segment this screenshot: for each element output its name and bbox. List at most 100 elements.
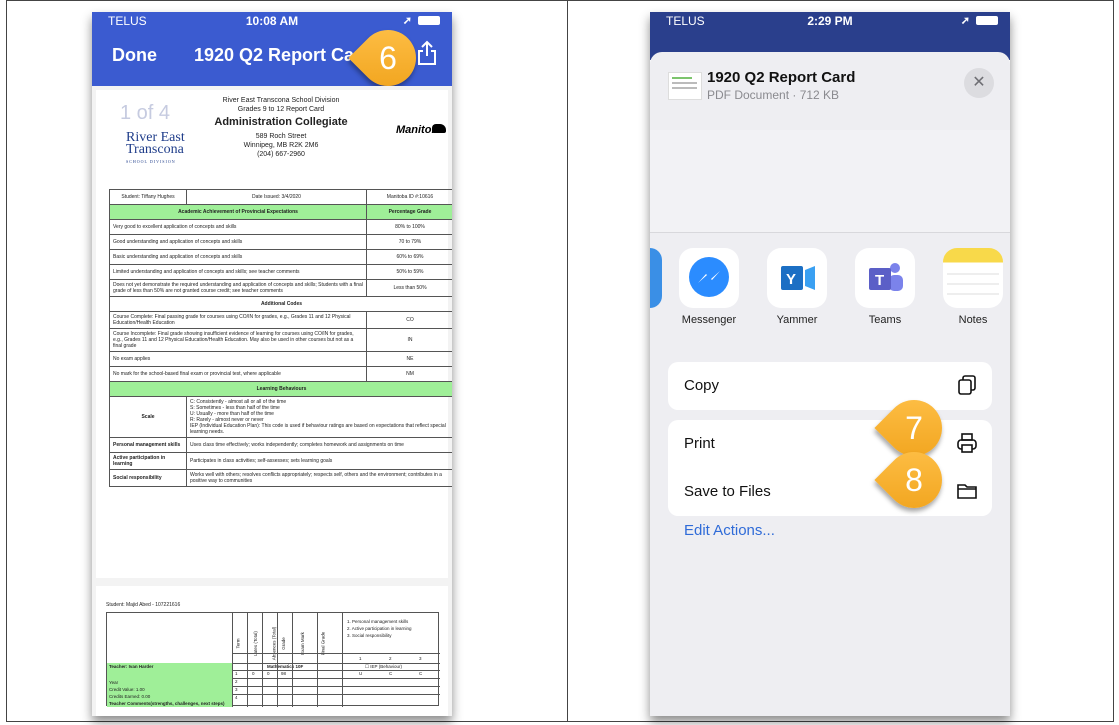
copy-action[interactable]: Copy [668, 362, 992, 410]
term-number: 4 [235, 695, 238, 700]
column-header: Term [235, 638, 241, 649]
grid-line [232, 694, 440, 695]
manitoba-id-cell: Manitoba ID #:10616 [366, 189, 452, 205]
school-header: River East Transcona School Division Gra… [206, 96, 356, 159]
copy-icon [958, 375, 976, 395]
table-row: Academic Achievement of Provincial Expec… [109, 204, 452, 220]
step-8-badge: 8 [874, 440, 954, 520]
divider [650, 232, 1010, 233]
app-notes[interactable]: Notes [936, 248, 1010, 326]
behaviour-mark: C [389, 671, 393, 676]
app-label: Teams [868, 314, 902, 326]
close-button[interactable]: ✕ [964, 68, 994, 98]
pdf-thumbnail-icon [668, 72, 702, 100]
credit-value: Credit Value: 1.00 [109, 687, 145, 692]
grid-line [247, 613, 248, 707]
address-line: Winnipeg, MB R2K 2M6 [243, 142, 319, 149]
battery-icon [418, 16, 440, 25]
done-button[interactable]: Done [112, 45, 157, 66]
column-header: Exam Mark [299, 632, 305, 655]
status-time: 10:08 AM [245, 14, 299, 28]
grid-line [317, 613, 318, 707]
partial-app-icon[interactable] [650, 248, 662, 308]
absences-value: 0 [267, 671, 270, 676]
table-cell: Participates in class activities; self-a… [186, 452, 452, 470]
table-cell: Personal management skills [109, 437, 187, 453]
battery-icon [976, 16, 998, 25]
table-cell: Social responsibility [109, 469, 187, 487]
table-row: Learning Behaviours [109, 381, 452, 397]
column-header: Final Grade [320, 631, 326, 656]
step-number: 7 [905, 410, 923, 446]
course-name: Mathematics 10F [267, 664, 304, 669]
percentage-header: Percentage Grade [366, 204, 452, 220]
table-row: Course Incomplete: Final grade showing i… [109, 328, 452, 352]
table-cell: Course Incomplete: Final grade showing i… [109, 328, 367, 352]
table-cell: 80% to 100% [366, 219, 452, 235]
table-row: Personal management skills Uses class tim… [109, 437, 452, 453]
achievement-header: Academic Achievement of Provincial Expec… [109, 204, 367, 220]
year-label: Year [109, 680, 119, 685]
table-row: Student: Tiffany Hughes Date Issued: 3/4… [109, 189, 452, 205]
table-cell: Course Complete: Final passing grade for… [109, 311, 367, 329]
yammer-icon: Y [767, 248, 827, 308]
table-cell: 50% to 59% [366, 264, 452, 280]
section-title: Additional Codes [109, 296, 452, 312]
thumbnail-line [672, 77, 692, 79]
table-row: Scale C: Consistently - almost all or al… [109, 396, 452, 438]
folder-icon [957, 484, 977, 499]
legend-line: 3. Social responsibility [347, 633, 392, 638]
lates-value: 0 [252, 671, 255, 676]
thumbnail-line [672, 82, 697, 84]
grid-line [342, 613, 343, 707]
grid-line [232, 670, 440, 671]
grid-line [292, 613, 293, 707]
table-row: No exam applies NE [109, 351, 452, 367]
action-label: Copy [684, 377, 720, 394]
behaviour-mark: U [359, 671, 363, 676]
table-row: Does not yet demonstrate the required un… [109, 279, 452, 297]
app-teams[interactable]: T Teams [848, 248, 922, 326]
phone-line: (204) 667-2960 [257, 151, 305, 158]
step-number: 8 [905, 462, 923, 498]
table-row: Good understanding and application of co… [109, 234, 452, 250]
grid-line [232, 663, 440, 664]
table-row: Additional Codes [109, 296, 452, 312]
marks-grid: Teacher: Ivan Harder Year Credit Value: … [106, 612, 440, 707]
river-east-transcona-logo: River East Transcona SCHOOL DIVISION [126, 131, 185, 168]
pdf-viewer[interactable]: 1 of 4 River East Transcona School Divis… [92, 86, 452, 716]
status-bar: TELUS 10:08 AM ➚ [92, 12, 452, 30]
table-cell: Good understanding and application of co… [109, 234, 367, 250]
messenger-icon [679, 248, 739, 308]
file-meta: PDF Document · 712 KB [707, 88, 840, 102]
grid-line [232, 678, 440, 679]
section-title: Learning Behaviours [109, 381, 452, 397]
table-cell: Does not yet demonstrate the required un… [109, 279, 367, 297]
table-cell: Limited understanding and application of… [109, 264, 367, 280]
close-icon: ✕ [972, 74, 986, 91]
school-name: Administration Collegiate [214, 116, 348, 128]
app-messenger[interactable]: Messenger [672, 248, 746, 326]
edit-actions-link[interactable]: Edit Actions... [684, 522, 775, 539]
address-line: 589 Roch Street [255, 133, 307, 140]
term-number: 3 [235, 687, 238, 692]
grid-line [262, 613, 263, 707]
grid-line [232, 613, 233, 707]
page2-student: Student: Majid Abed - 107221616 [106, 602, 181, 608]
right-phone-screen: TELUS 2:29 PM ➚ 1920 Q2 Report Card PDF … [650, 12, 1010, 716]
table-cell: Active participation in learning [109, 452, 187, 470]
app-yammer[interactable]: Y Yammer [760, 248, 834, 326]
panel-divider [567, 0, 568, 722]
table-cell: Uses class time effectively; works indep… [186, 437, 452, 453]
table-cell: Very good to excellent application of co… [109, 219, 367, 235]
grid-line [277, 613, 278, 707]
save-to-files-action[interactable]: Save to Files [668, 468, 992, 516]
share-icon[interactable] [416, 40, 438, 66]
print-action[interactable]: Print [668, 420, 992, 469]
table-row: Very good to excellent application of co… [109, 219, 452, 235]
bison-icon [432, 124, 446, 133]
credits-earned: Credits Earned: 0.00 [109, 694, 151, 699]
app-label: Notes [958, 314, 988, 326]
legend-line: 2. Active participation in learning [347, 626, 412, 631]
table-row: Social responsibility Works well with oth… [109, 469, 452, 487]
